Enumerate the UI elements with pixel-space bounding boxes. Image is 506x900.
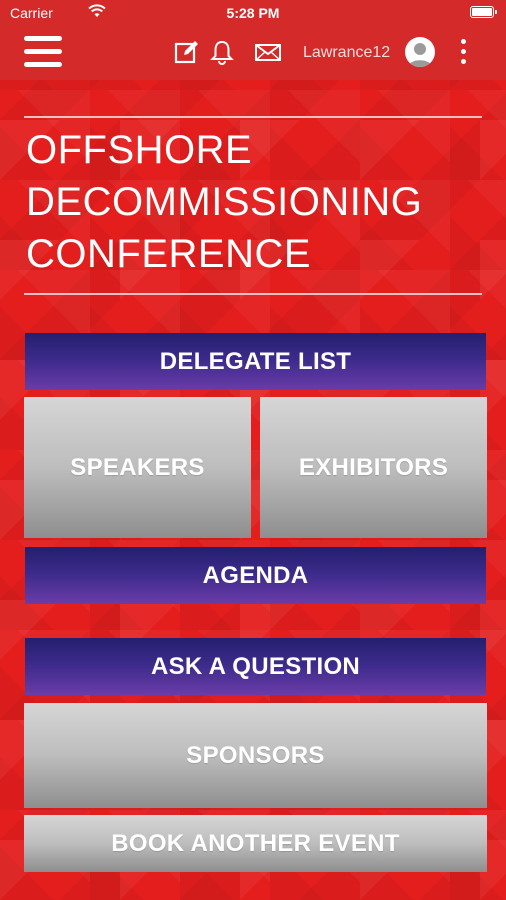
title-line-2: DECOMMISSIONING: [26, 180, 423, 224]
agenda-button[interactable]: AGENDA: [25, 547, 486, 604]
bell-icon[interactable]: [208, 38, 236, 66]
book-another-event-button[interactable]: BOOK ANOTHER EVENT: [24, 815, 487, 872]
edit-icon[interactable]: [173, 38, 201, 66]
avatar-icon[interactable]: [405, 37, 435, 67]
sponsors-button[interactable]: SPONSORS: [24, 703, 487, 808]
top-bar: Lawrance12: [0, 26, 506, 80]
title-divider-top: [24, 116, 482, 118]
title-divider-bottom: [24, 293, 482, 295]
username-label[interactable]: Lawrance12: [303, 44, 390, 62]
more-vertical-icon[interactable]: [458, 39, 468, 67]
battery-icon: [470, 6, 497, 18]
exhibitors-button[interactable]: EXHIBITORS: [260, 397, 487, 538]
hamburger-icon[interactable]: [24, 36, 62, 68]
ask-question-button[interactable]: ASK A QUESTION: [25, 638, 486, 695]
page-title: OFFSHORE DECOMMISSIONING CONFERENCE: [26, 124, 486, 280]
mail-icon[interactable]: [254, 38, 282, 66]
delegate-list-button[interactable]: DELEGATE LIST: [25, 333, 486, 390]
status-bar: Carrier 5:28 PM: [0, 0, 506, 26]
title-line-3: CONFERENCE: [26, 232, 312, 276]
title-line-1: OFFSHORE: [26, 128, 253, 172]
speakers-button[interactable]: SPEAKERS: [24, 397, 251, 538]
status-time: 5:28 PM: [226, 5, 280, 21]
